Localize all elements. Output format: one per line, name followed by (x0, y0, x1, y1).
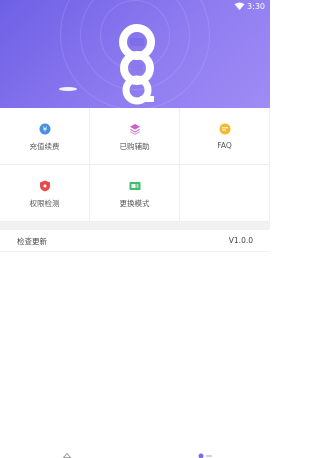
grid-item-switch-mode[interactable]: 更换模式 (90, 165, 180, 222)
section-divider (0, 222, 270, 230)
version-label: V1.0.0 (228, 236, 253, 245)
grid-item-recharge[interactable]: ¥ 充值续费 (0, 108, 90, 165)
grid-item-label: FAQ (217, 141, 232, 150)
decorative-shape (59, 87, 77, 91)
svg-text:¥: ¥ (42, 126, 47, 134)
layers-icon (129, 124, 140, 135)
recharge-icon: ¥ (39, 123, 50, 135)
grid-item-label: 权限检测 (29, 199, 60, 208)
grid-item-faq[interactable]: FAQ (180, 108, 270, 165)
app-logo (119, 24, 155, 105)
header-banner: 3:30 (0, 0, 270, 108)
grid-item-label: 充值续费 (29, 142, 60, 151)
switch-mode-icon (129, 182, 140, 190)
grid-item-label: 更换模式 (119, 199, 150, 208)
check-update-row[interactable]: 检查更新 V1.0.0 (0, 230, 270, 252)
feature-grid: ¥ 充值续费 已购辅助 FAQ 权限检测 更换模式 (0, 108, 270, 222)
faq-chat-icon (219, 123, 230, 135)
status-bar: 3:30 (0, 0, 270, 14)
user-icon[interactable] (198, 453, 204, 458)
nav-indicator (206, 455, 212, 457)
grid-item-label: 已购辅助 (119, 142, 150, 151)
home-icon[interactable] (63, 453, 71, 458)
status-time: 3:30 (247, 2, 265, 11)
wifi-icon (234, 2, 245, 11)
shield-icon (39, 180, 50, 192)
grid-item-permission-check[interactable]: 权限检测 (0, 165, 90, 222)
grid-item-purchased[interactable]: 已购辅助 (90, 108, 180, 165)
grid-item-empty (180, 165, 270, 222)
bottom-nav (0, 452, 270, 458)
check-update-label: 检查更新 (17, 237, 47, 246)
